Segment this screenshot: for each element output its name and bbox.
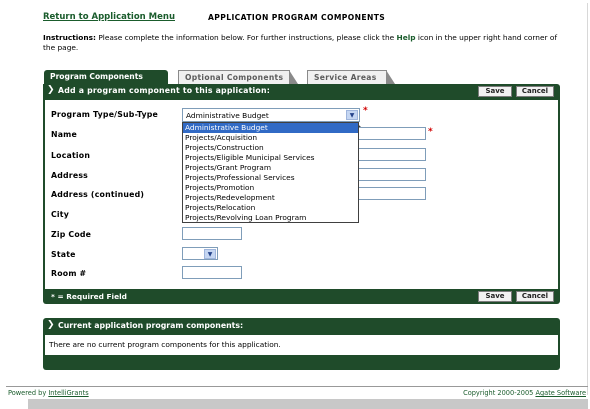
instructions: Instructions: Please complete the inform… [43, 33, 563, 53]
current-components-heading: Current application program components: [58, 321, 244, 330]
page-title: APPLICATION PROGRAM COMPONENTS [208, 13, 386, 22]
panel-heading: Add a program component to this applicat… [58, 86, 271, 95]
state-label: State [51, 250, 76, 259]
tab-service-areas[interactable]: Service Areas [307, 70, 395, 84]
required-marker: * [428, 127, 433, 137]
copyright: Copyright 2000-2005 Agate Software [463, 389, 586, 397]
chevron-right-icon: ❯ [47, 320, 55, 330]
save-button[interactable]: Save [478, 291, 512, 302]
required-marker: * [363, 106, 368, 116]
address-label: Address [51, 171, 89, 180]
dropdown-option[interactable]: Projects/Revolving Loan Program [183, 213, 358, 223]
cancel-button[interactable]: Cancel [516, 86, 554, 97]
program-type-select[interactable]: Administrative Budget ▼ [182, 108, 360, 122]
add-component-panel: ❯ Add a program component to this applic… [43, 84, 560, 304]
return-to-menu-link[interactable]: Return to Application Menu [43, 12, 175, 22]
chevron-down-icon[interactable]: ▼ [204, 249, 216, 259]
current-components-panel: ❯ Current application program components… [43, 318, 560, 370]
dropdown-option[interactable]: Projects/Construction [183, 143, 358, 153]
current-components-header: ❯ Current application program components… [43, 318, 560, 333]
address-continued-label: Address (continued) [51, 190, 145, 199]
agate-software-link[interactable]: Agate Software [535, 389, 586, 397]
intelligrants-link[interactable]: IntelliGrants [48, 389, 88, 397]
dropdown-option[interactable]: Projects/Professional Services [183, 173, 358, 183]
save-button[interactable]: Save [478, 86, 512, 97]
dropdown-option[interactable]: Projects/Acquisition [183, 133, 358, 143]
dropdown-option[interactable]: Projects/Promotion [183, 183, 358, 193]
city-label: City [51, 210, 70, 219]
tab-program-components[interactable]: Program Components [44, 70, 168, 84]
powered-by: Powered by IntelliGrants [8, 389, 89, 397]
component-form: Program Type/Sub-Type Administrative Bud… [45, 100, 558, 289]
zip-code-input[interactable] [182, 227, 242, 240]
cancel-button[interactable]: Cancel [516, 291, 554, 302]
program-type-dropdown-list[interactable]: Administrative Budget Projects/Acquisiti… [182, 122, 359, 223]
dropdown-option[interactable]: Administrative Budget [183, 123, 358, 133]
zip-code-label: Zip Code [51, 230, 92, 239]
chevron-right-icon: ❯ [47, 85, 55, 95]
copyright-text: Copyright 2000-2005 [463, 389, 536, 397]
powered-by-text: Powered by [8, 389, 49, 397]
state-select[interactable]: ▼ [182, 247, 218, 260]
help-reference: Help [396, 33, 416, 42]
dropdown-option[interactable]: Projects/Relocation [183, 203, 358, 213]
panel-footer: * = Required Field Save Cancel [43, 289, 560, 304]
instructions-text-1: Please complete the information below. F… [96, 33, 397, 42]
room-label: Room # [51, 269, 87, 278]
panel-header: ❯ Add a program component to this applic… [43, 84, 560, 99]
name-label: Name [51, 130, 77, 139]
tab-optional-components[interactable]: Optional Components [178, 70, 298, 84]
dropdown-option[interactable]: Projects/Redevelopment [183, 193, 358, 203]
program-type-value: Administrative Budget [186, 111, 269, 120]
chevron-down-icon[interactable]: ▼ [346, 110, 358, 120]
instructions-label: Instructions: [43, 33, 96, 42]
program-type-label: Program Type/Sub-Type [51, 110, 159, 119]
dropdown-option[interactable]: Projects/Eligible Municipal Services [183, 153, 358, 163]
required-field-note: * = Required Field [51, 292, 127, 301]
window-bottom-bar [28, 399, 588, 409]
current-components-message: There are no current program components … [45, 335, 558, 355]
dropdown-option[interactable]: Projects/Grant Program [183, 163, 358, 173]
location-label: Location [51, 151, 91, 160]
room-input[interactable] [182, 266, 242, 279]
page-footer: Powered by IntelliGrants Copyright 2000-… [6, 386, 588, 398]
